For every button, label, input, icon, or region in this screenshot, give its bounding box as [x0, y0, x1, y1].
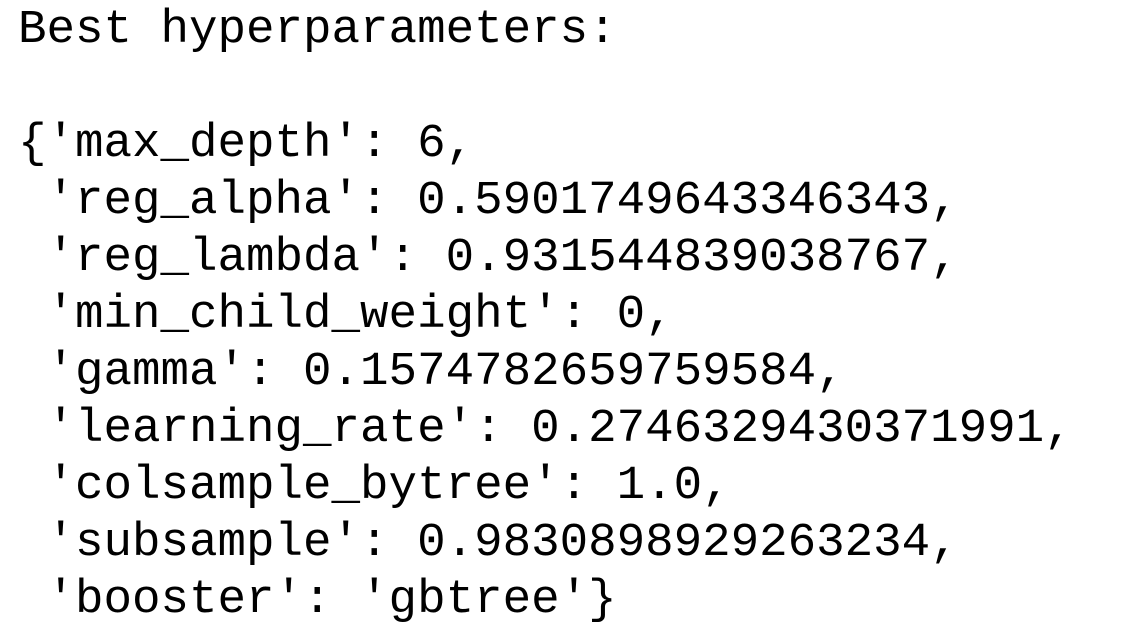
param-line: 'reg_alpha': 0.5901749643346343, [18, 174, 959, 228]
param-line: 'reg_lambda': 0.931544839038767, [18, 231, 959, 285]
param-line: 'colsample_bytree': 1.0, [18, 459, 731, 513]
output-heading: Best hyperparameters: [18, 3, 617, 57]
param-line: 'subsample': 0.9830898929263234, [18, 516, 959, 570]
param-line: 'booster': 'gbtree'} [18, 573, 617, 627]
param-line: 'min_child_weight': 0, [18, 288, 674, 342]
param-line: 'gamma': 0.1574782659759584, [18, 345, 845, 399]
param-line: {'max_depth': 6, [18, 117, 475, 171]
param-line: 'learning_rate': 0.2746329430371991, [18, 402, 1073, 456]
console-output: Best hyperparameters: {'max_depth': 6, 'r… [18, 2, 1073, 629]
